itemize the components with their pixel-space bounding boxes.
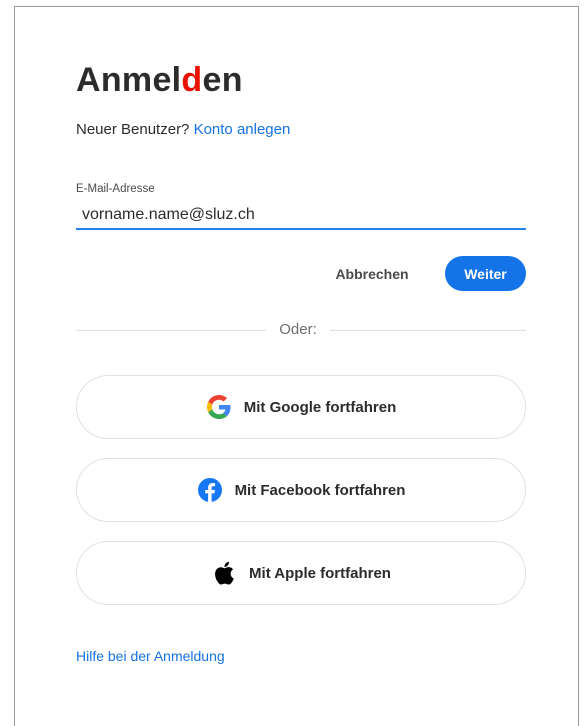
email-input[interactable] xyxy=(76,202,526,230)
divider-line-left xyxy=(76,330,266,331)
facebook-signin-button[interactable]: Mit Facebook fortfahren xyxy=(76,458,526,522)
page-title-accent: d xyxy=(181,61,203,99)
page-title-part: Anmel xyxy=(76,61,182,99)
google-signin-label: Mit Google fortfahren xyxy=(243,398,397,416)
cancel-button[interactable]: Abbrechen xyxy=(322,258,422,290)
google-signin-button[interactable]: Mit Google fortfahren xyxy=(76,375,526,439)
page-title-part-end: en xyxy=(202,61,243,99)
or-divider-text: Oder: xyxy=(279,321,317,338)
create-account-link[interactable]: Konto anlegen xyxy=(194,121,291,138)
continue-button[interactable]: Weiter xyxy=(445,256,526,291)
page-title: Anmelden xyxy=(76,58,243,102)
google-icon xyxy=(206,394,232,420)
apple-signin-label: Mit Apple fortfahren xyxy=(249,564,391,582)
new-user-row: Neuer Benutzer? Konto anlegen xyxy=(76,121,290,139)
apple-icon xyxy=(211,560,237,586)
email-label: E-Mail-Adresse xyxy=(76,183,155,195)
signin-panel xyxy=(14,6,579,726)
divider-line-right xyxy=(330,330,526,331)
apple-signin-button[interactable]: Mit Apple fortfahren xyxy=(76,541,526,605)
signin-help-link[interactable]: Hilfe bei der Anmeldung xyxy=(76,647,225,665)
facebook-signin-label: Mit Facebook fortfahren xyxy=(234,481,406,499)
facebook-icon xyxy=(197,477,223,503)
new-user-prompt: Neuer Benutzer? xyxy=(76,121,190,138)
